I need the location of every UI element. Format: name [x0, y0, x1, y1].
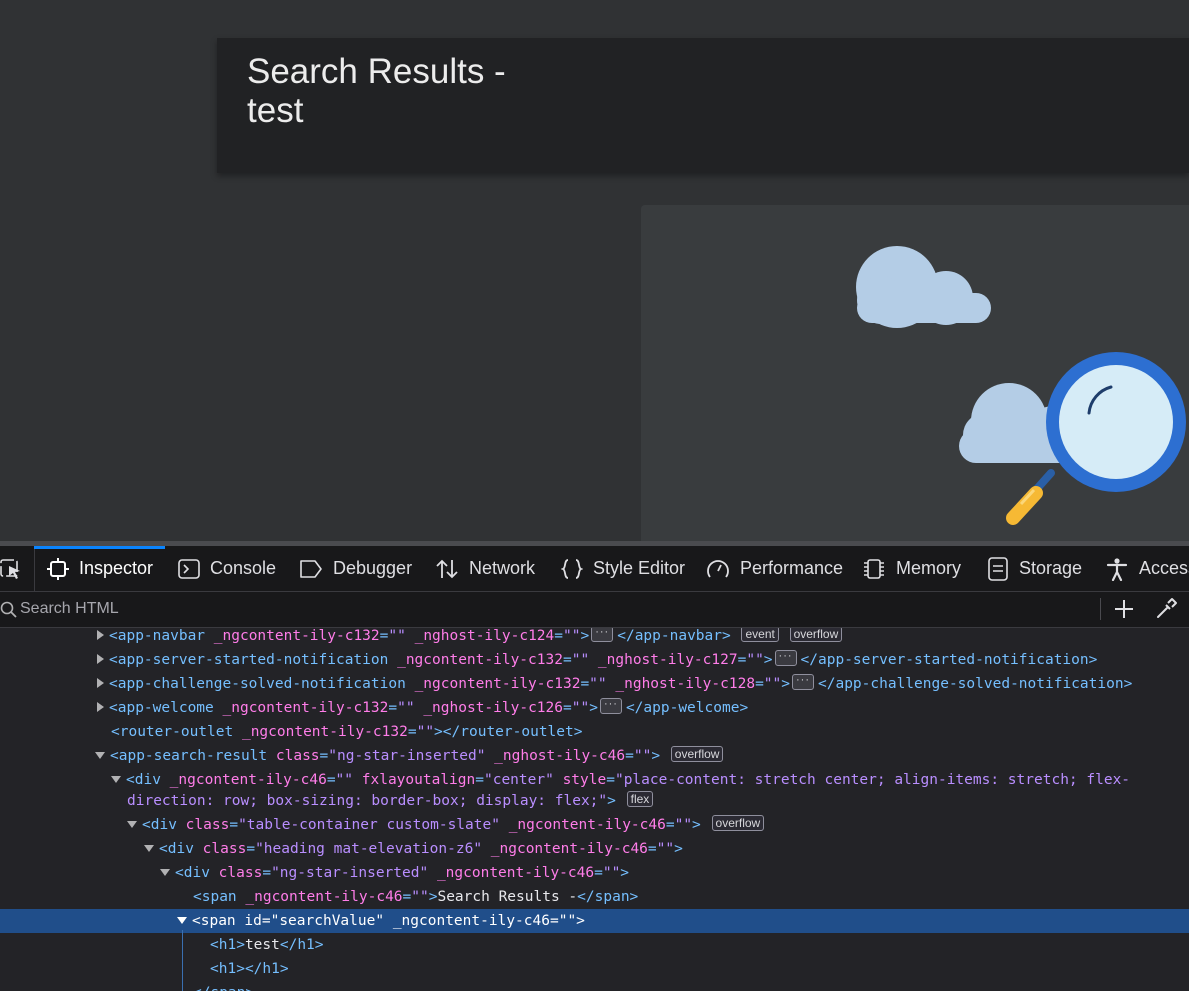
flex-badge[interactable]: flex	[626, 791, 654, 807]
cloud-icon	[856, 246, 991, 328]
tab-performance[interactable]: Performance	[706, 546, 843, 591]
tree-node-app-welcome[interactable]: <app-welcome _ngcontent-ily-c132="" _ngh…	[0, 696, 1189, 720]
collapse-arrow-icon[interactable]	[160, 868, 170, 876]
tab-label: Storage	[1019, 558, 1083, 578]
expand-arrow-icon[interactable]	[97, 678, 104, 688]
add-node-button[interactable]	[1112, 597, 1136, 621]
tree-node-router-outlet[interactable]: <router-outlet _ngcontent-ily-c132=""></…	[0, 720, 1189, 744]
tab-label: Inspector	[79, 558, 154, 578]
chip-icon	[864, 558, 884, 579]
tab-style-editor[interactable]: Style Editor	[561, 546, 685, 591]
tree-node-flex-div[interactable]: <div _ngcontent-ily-c46="" fxlayoutalign…	[0, 768, 1189, 813]
tree-node-span-label[interactable]: <span _ngcontent-ily-c46="">Search Resul…	[0, 885, 1189, 909]
toolbar-separator	[1100, 598, 1101, 620]
search-results-heading-card: Search Results - test	[217, 38, 1189, 173]
tab-label: Console	[210, 558, 277, 578]
tab-label: Memory	[896, 558, 962, 578]
tree-node-ng-star-div[interactable]: <div class="ng-star-inserted" _ngcontent…	[0, 861, 1189, 885]
tab-storage[interactable]: Storage	[987, 546, 1082, 591]
tab-memory[interactable]: Memory	[862, 546, 961, 591]
search-html-input[interactable]	[20, 592, 1080, 626]
collapse-arrow-icon[interactable]	[127, 820, 137, 828]
tab-inspector[interactable]: Inspector	[33, 546, 166, 591]
collapse-arrow-icon[interactable]	[95, 751, 105, 759]
collapsed-children-icon[interactable]: ···	[792, 674, 814, 690]
collapsed-children-icon[interactable]: ···	[591, 628, 614, 642]
page-viewport: Search Results - test	[0, 0, 1189, 541]
collapsed-children-icon[interactable]: ···	[599, 698, 622, 714]
tab-label: Debugger	[333, 558, 413, 578]
tab-label: Style Editor	[593, 558, 686, 578]
tree-node-span-close[interactable]: </span>	[0, 981, 1189, 991]
collapse-arrow-icon[interactable]	[177, 916, 187, 924]
accessibility-icon	[1106, 557, 1128, 581]
devtools-toolbar: Inspector Console Debugger Network Style…	[0, 546, 1189, 592]
tree-node-heading-div[interactable]: <div class="heading mat-elevation-z6" _n…	[0, 837, 1189, 861]
expand-arrow-icon[interactable]	[97, 654, 104, 664]
braces-icon	[561, 558, 583, 579]
search-value: test	[247, 91, 304, 130]
element-picker-icon	[0, 558, 20, 579]
search-icon	[0, 601, 17, 618]
tab-debugger[interactable]: Debugger	[299, 546, 412, 591]
tab-accessibility[interactable]: Access	[1105, 546, 1189, 591]
no-results-illustration	[856, 246, 1186, 525]
tab-label: Network	[469, 558, 536, 578]
tab-label: Performance	[740, 558, 844, 578]
tree-node-h1-test[interactable]: <h1>test</h1>	[0, 933, 1189, 957]
inspector-icon	[47, 557, 69, 580]
gauge-icon	[707, 559, 729, 578]
tree-node-app-server-started-notification[interactable]: <app-server-started-notification _ngcont…	[0, 648, 1189, 672]
tree-node-app-challenge-solved-notification[interactable]: <app-challenge-solved-notification _ngco…	[0, 672, 1189, 696]
collapsed-children-icon[interactable]: ···	[774, 650, 797, 666]
page-title: Search Results - test	[247, 52, 506, 130]
expand-arrow-icon[interactable]	[97, 630, 104, 640]
no-results-card	[641, 205, 1189, 541]
tree-node-span-searchvalue-selected[interactable]: <span id="searchValue" _ngcontent-ily-c4…	[0, 909, 1189, 933]
event-badge[interactable]: event	[741, 628, 779, 642]
storage-icon	[988, 556, 1008, 581]
expand-arrow-icon[interactable]	[97, 702, 104, 712]
overflow-badge[interactable]: overflow	[789, 628, 843, 642]
markup-tree: <app-navbar _ngcontent-ily-c132="" _ngho…	[0, 628, 1189, 991]
tree-node-table-container[interactable]: <div class="table-container custom-slate…	[0, 813, 1189, 837]
overflow-badge[interactable]: overflow	[670, 746, 724, 762]
element-picker-button[interactable]	[0, 546, 35, 591]
selection-indent-guide	[182, 930, 183, 991]
tree-node-h1-empty[interactable]: <h1></h1>	[0, 957, 1189, 981]
heading-line-label: Search Results -	[247, 52, 506, 91]
tab-network[interactable]: Network	[435, 546, 535, 591]
devtools-panel: Inspector Console Debugger Network Style…	[0, 546, 1189, 991]
tree-node-app-navbar[interactable]: <app-navbar _ngcontent-ily-c132="" _ngho…	[0, 628, 1189, 648]
html-search-bar	[0, 592, 1189, 628]
network-icon	[436, 559, 458, 578]
console-icon	[178, 558, 200, 579]
collapse-arrow-icon[interactable]	[144, 844, 154, 852]
debugger-icon	[300, 559, 322, 578]
tab-label: Access	[1139, 558, 1189, 578]
tree-node-app-search-result[interactable]: <app-search-result class="ng-star-insert…	[0, 744, 1189, 768]
collapse-arrow-icon[interactable]	[111, 775, 121, 783]
eyedropper-icon[interactable]	[1154, 597, 1178, 621]
tab-console[interactable]: Console	[178, 546, 276, 591]
overflow-badge[interactable]: overflow	[711, 815, 765, 831]
